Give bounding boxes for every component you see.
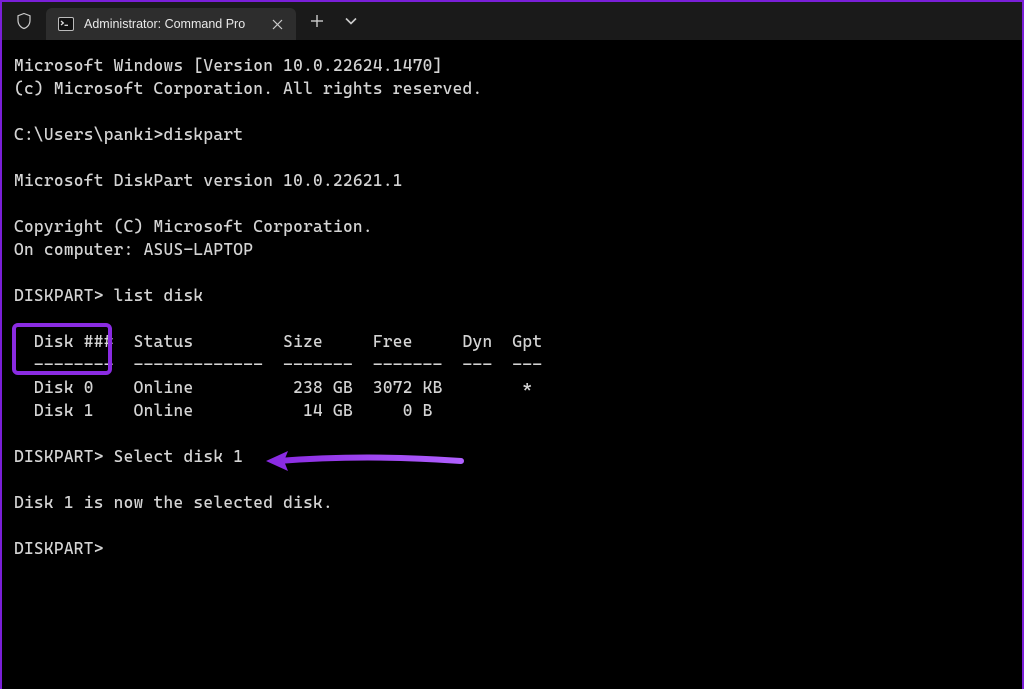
disk-table-separator: -------- ------------- ------- ------- -… xyxy=(14,355,542,374)
close-tab-button[interactable] xyxy=(268,15,286,33)
diskpart-version-line: Microsoft DiskPart version 10.0.22621.1 xyxy=(14,171,403,190)
disk-table-header: Disk ### Status Size Free Dyn Gpt xyxy=(14,332,542,351)
disk-table-row: Disk 1 Online 14 GB 0 B xyxy=(14,401,433,420)
os-version-line: Microsoft Windows [Version 10.0.22624.14… xyxy=(14,56,443,75)
diskpart-prompt: DISKPART> xyxy=(14,539,104,558)
diskpart-list-disk-cmd: DISKPART> list disk xyxy=(14,286,203,305)
diskpart-select-disk-cmd: DISKPART> Select disk 1 xyxy=(14,447,243,466)
disk-table-row: Disk 0 Online 238 GB 3072 KB * xyxy=(14,378,532,397)
diskpart-copyright-line: Copyright (C) Microsoft Corporation. xyxy=(14,217,373,236)
terminal-icon xyxy=(58,16,74,32)
admin-shield-icon xyxy=(2,2,46,40)
diskpart-computer-line: On computer: ASUS-LAPTOP xyxy=(14,240,253,259)
active-tab[interactable]: Administrator: Command Pro xyxy=(46,8,296,40)
os-copyright-line: (c) Microsoft Corporation. All rights re… xyxy=(14,79,483,98)
new-tab-button[interactable] xyxy=(300,6,334,36)
tab-dropdown-button[interactable] xyxy=(334,6,368,36)
cmd-prompt-line: C:\Users\panki>diskpart xyxy=(14,125,243,144)
terminal-window: Administrator: Command Pro Microsoft Win… xyxy=(2,2,1022,590)
tab-title: Administrator: Command Pro xyxy=(84,17,258,31)
titlebar[interactable]: Administrator: Command Pro xyxy=(2,2,1022,40)
diskpart-result-line: Disk 1 is now the selected disk. xyxy=(14,493,333,512)
annotation-arrow-icon xyxy=(266,448,466,478)
